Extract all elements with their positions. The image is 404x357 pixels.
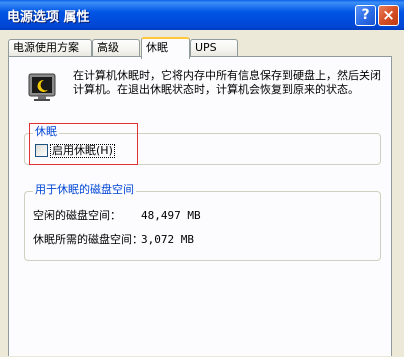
free-disk-space-label: 空闲的磁盘空间：: [33, 209, 121, 222]
required-disk-space-row: 休眠所需的磁盘空间： 3,072 MB: [33, 233, 194, 247]
power-options-window: 电源选项 属性 ? × 电源使用方案 高级 休眠 UPS 在计算机休眠时，它将内…: [0, 0, 404, 357]
hibernate-panel: 在计算机休眠时，它将内存中所有信息保存到硬盘上，然后关闭计算机。在退出休眠状态时…: [8, 56, 392, 356]
tab-power-schemes[interactable]: 电源使用方案: [8, 39, 92, 57]
free-disk-space-value: 48,497 MB: [141, 209, 201, 222]
disk-space-group: 用于休眠的磁盘空间: [24, 183, 381, 261]
enable-hibernate-checkbox[interactable]: 启用休眠(H): [35, 144, 115, 158]
hibernate-monitor-icon: [28, 73, 56, 101]
required-disk-space-label: 休眠所需的磁盘空间：: [33, 233, 143, 246]
required-disk-space-value: 3,072 MB: [141, 233, 194, 246]
checkbox-box[interactable]: [35, 144, 48, 157]
title-bar[interactable]: 电源选项 属性 ? ×: [0, 0, 404, 30]
window-title: 电源选项 属性: [7, 10, 90, 25]
disk-space-group-title: 用于休眠的磁盘空间: [33, 183, 136, 197]
help-button[interactable]: ?: [355, 5, 376, 26]
hibernate-description: 在计算机休眠时，它将内存中所有信息保存到硬盘上，然后关闭计算机。在退出休眠状态时…: [73, 69, 381, 96]
close-button[interactable]: ×: [378, 5, 399, 26]
tab-hibernate[interactable]: 休眠: [141, 37, 190, 59]
tab-ups[interactable]: UPS: [190, 39, 238, 57]
enable-hibernate-label[interactable]: 启用休眠(H): [50, 144, 115, 158]
tab-advanced[interactable]: 高级: [92, 39, 140, 57]
free-disk-space-row: 空闲的磁盘空间： 48,497 MB: [33, 209, 201, 223]
